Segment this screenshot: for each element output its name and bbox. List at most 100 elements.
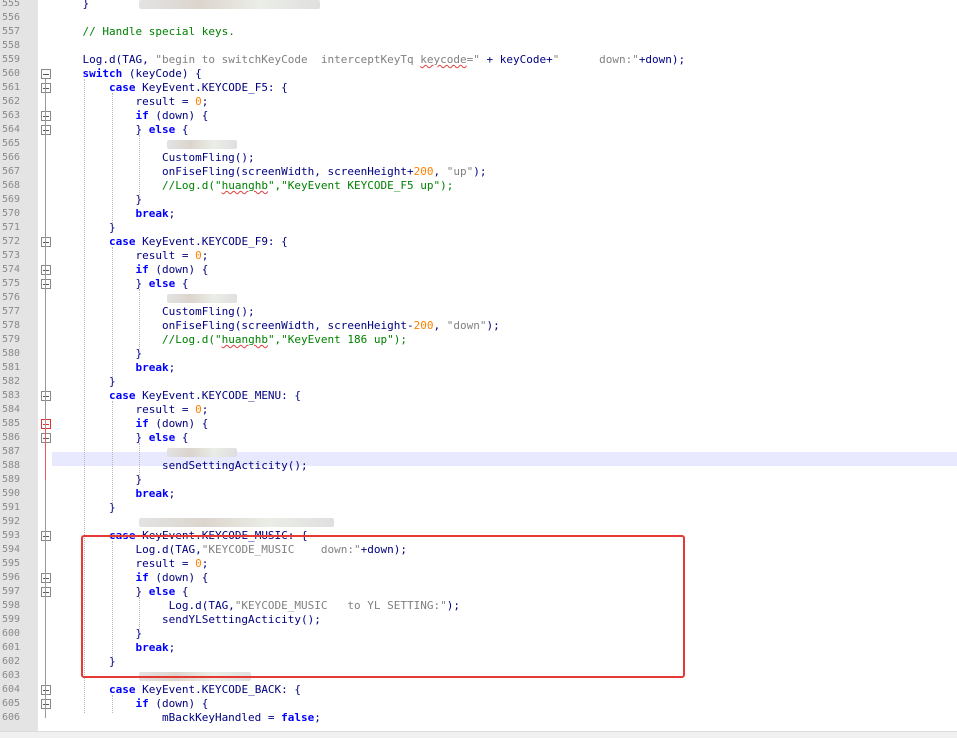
line-number: 593 — [1, 530, 20, 541]
code-text: if (down) { — [135, 417, 209, 430]
code-text: switch (keyCode) { — [82, 67, 202, 80]
code-line[interactable]: 558 — [2, 39, 957, 53]
line-number: 558 — [1, 40, 20, 51]
code-line[interactable]: 575 } else { — [2, 277, 957, 291]
line-number: 597 — [1, 586, 20, 597]
code-line[interactable]: 605 if (down) { — [2, 697, 957, 711]
code-line[interactable]: 559 Log.d(TAG, "begin to switchKeyCode i… — [2, 53, 957, 67]
code-text: case KeyEvent.KEYCODE_F5: { — [108, 81, 288, 94]
line-number: 560 — [1, 68, 20, 79]
code-text: Log.d(TAG, "begin to switchKeyCode inter… — [56, 53, 686, 66]
code-line[interactable]: 570 break; — [2, 207, 957, 221]
line-number: 556 — [1, 12, 20, 23]
indent-guide — [111, 93, 113, 223]
code-line[interactable]: 606 mBackKeyHandled = false; — [2, 711, 957, 725]
line-number: 572 — [1, 236, 20, 247]
redacted-text — [167, 140, 237, 149]
line-number: 594 — [1, 544, 20, 555]
code-line[interactable]: 562 result = 0; — [2, 95, 957, 109]
code-line[interactable]: 590 break; — [2, 487, 957, 501]
code-text: sendSettingActicity(); — [56, 459, 308, 472]
code-line[interactable]: 582 } — [2, 375, 957, 389]
horizontal-scrollbar[interactable] — [0, 731, 957, 738]
code-line[interactable]: 586 } else { — [2, 431, 957, 445]
code-line[interactable]: 589 } — [2, 473, 957, 487]
code-line[interactable]: 560 switch (keyCode) { — [2, 67, 957, 81]
fold-toggle-icon[interactable] — [41, 419, 51, 429]
code-line[interactable]: 563 if (down) { — [2, 109, 957, 123]
line-number: 599 — [1, 614, 20, 625]
code-line[interactable]: 584 result = 0; — [2, 403, 957, 417]
redacted-text — [167, 448, 237, 457]
fold-toggle-icon[interactable] — [41, 433, 51, 443]
line-number: 577 — [1, 306, 20, 317]
indent-guide — [139, 135, 141, 195]
code-line[interactable]: 577 CustomFling(); — [2, 305, 957, 319]
code-line[interactable]: 580 } — [2, 347, 957, 361]
code-text: mBackKeyHandled = false; — [56, 711, 321, 724]
code-text: } else { — [56, 277, 189, 290]
code-line[interactable]: 569 } — [2, 193, 957, 207]
fold-connector — [45, 79, 46, 718]
indent-guide — [111, 401, 113, 503]
code-line[interactable]: 585 if (down) { — [2, 417, 957, 431]
code-text: break; — [135, 361, 176, 374]
line-number: 562 — [1, 96, 20, 107]
code-line[interactable]: 578 onFiseFling(screenWidth, screenHeigh… — [2, 319, 957, 333]
line-number: 579 — [1, 334, 20, 345]
code-line[interactable]: 581 break; — [2, 361, 957, 375]
code-text: if (down) { — [135, 263, 209, 276]
line-number: 595 — [1, 558, 20, 569]
fold-toggle-icon[interactable] — [41, 699, 51, 709]
code-line[interactable]: 568 //Log.d("huanghb","KeyEvent KEYCODE_… — [2, 179, 957, 193]
line-number: 588 — [1, 460, 20, 471]
code-line[interactable]: 564 } else { — [2, 123, 957, 137]
fold-toggle-icon[interactable] — [41, 83, 51, 93]
code-line[interactable]: 556 — [2, 11, 957, 25]
fold-toggle-icon[interactable] — [41, 685, 51, 695]
code-line[interactable]: 567 onFiseFling(screenWidth, screenHeigh… — [2, 165, 957, 179]
code-line[interactable]: 566 CustomFling(); — [2, 151, 957, 165]
code-line[interactable]: 579 //Log.d("huanghb","KeyEvent 186 up")… — [2, 333, 957, 347]
fold-toggle-icon[interactable] — [41, 69, 51, 79]
fold-connector — [45, 429, 46, 480]
fold-toggle-icon[interactable] — [41, 531, 51, 541]
line-number: 606 — [1, 712, 20, 723]
fold-toggle-icon[interactable] — [41, 587, 51, 597]
line-number: 561 — [1, 82, 20, 93]
line-number: 591 — [1, 502, 20, 513]
redacted-text — [139, 0, 321, 9]
line-number: 605 — [1, 698, 20, 709]
fold-toggle-icon[interactable] — [41, 125, 51, 135]
code-line[interactable]: 571 } — [2, 221, 957, 235]
indent-guide — [111, 695, 113, 713]
line-number: 586 — [1, 432, 20, 443]
code-line[interactable]: 561 case KeyEvent.KEYCODE_F5: { — [2, 81, 957, 95]
line-number: 585 — [1, 418, 20, 429]
code-text: CustomFling(); — [56, 305, 255, 318]
code-line[interactable]: 583 case KeyEvent.KEYCODE_MENU: { — [2, 389, 957, 403]
code-line[interactable]: 557 // Handle special keys. — [2, 25, 957, 39]
line-number: 584 — [1, 404, 20, 415]
redacted-text — [167, 294, 237, 303]
line-number: 574 — [1, 264, 20, 275]
fold-toggle-icon[interactable] — [41, 111, 51, 121]
code-text: result = 0; — [56, 95, 209, 108]
line-number: 590 — [1, 488, 20, 499]
line-number: 563 — [1, 110, 20, 121]
code-text: } — [56, 375, 116, 388]
fold-toggle-icon[interactable] — [41, 265, 51, 275]
fold-toggle-icon[interactable] — [41, 237, 51, 247]
fold-toggle-icon[interactable] — [41, 391, 51, 401]
code-line[interactable]: 572 case KeyEvent.KEYCODE_F9: { — [2, 235, 957, 249]
code-line[interactable]: 573 result = 0; — [2, 249, 957, 263]
fold-toggle-icon[interactable] — [41, 279, 51, 289]
line-number: 589 — [1, 474, 20, 485]
indent-guide — [139, 289, 141, 349]
code-text: result = 0; — [56, 249, 209, 262]
fold-toggle-icon[interactable] — [41, 573, 51, 583]
code-line[interactable]: 574 if (down) { — [2, 263, 957, 277]
code-line[interactable]: 604 case KeyEvent.KEYCODE_BACK: { — [2, 683, 957, 697]
code-line[interactable]: 588 sendSettingActicity(); — [2, 459, 957, 473]
code-line[interactable]: 591 } — [2, 501, 957, 515]
